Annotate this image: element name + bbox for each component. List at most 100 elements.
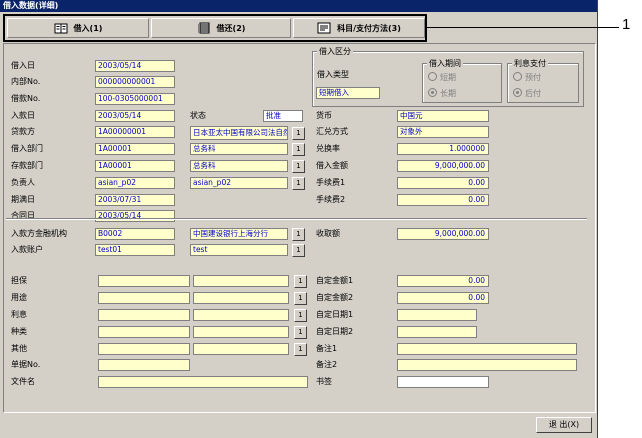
borrow-date-label: 借入日 bbox=[11, 61, 35, 70]
usage-code-field[interactable] bbox=[98, 292, 190, 304]
interest-name-field[interactable] bbox=[193, 309, 289, 321]
usage-label: 用途 bbox=[11, 293, 27, 302]
borrow-dept-label: 借入部门 bbox=[11, 144, 43, 153]
interest-postpay-radio[interactable]: 后付 bbox=[513, 88, 541, 99]
usage-name-field[interactable] bbox=[193, 292, 289, 304]
radio-circle bbox=[513, 72, 522, 81]
account-name-field[interactable]: test bbox=[190, 244, 288, 256]
file-name-field[interactable] bbox=[98, 376, 308, 388]
bookmark-field[interactable] bbox=[397, 376, 489, 388]
person-code-field[interactable]: asian_p02 bbox=[95, 177, 175, 189]
received-amount-field[interactable]: 9,000,000.00 bbox=[397, 228, 489, 240]
lender-lookup-button[interactable]: 1 bbox=[292, 127, 305, 140]
borrow-date-field[interactable]: 2003/05/14 bbox=[95, 60, 175, 72]
bank-code-field[interactable]: B0002 bbox=[95, 228, 175, 240]
interest-label: 利息 bbox=[11, 310, 27, 319]
custom-date1-field[interactable] bbox=[397, 309, 477, 321]
file-name-label: 文件名 bbox=[11, 377, 35, 386]
account-code-field[interactable]: test01 bbox=[95, 244, 175, 256]
ledger-icon bbox=[197, 22, 211, 34]
radio-circle-selected bbox=[428, 88, 437, 97]
lender-code-field[interactable]: 1A00000001 bbox=[95, 126, 175, 138]
remark2-field[interactable] bbox=[397, 359, 577, 371]
borrow-dept-lookup-button[interactable]: 1 bbox=[292, 143, 305, 156]
custom-amount1-label: 自定金额1 bbox=[316, 276, 354, 285]
guarantee-name-field[interactable] bbox=[193, 275, 289, 287]
tab-account-payment[interactable]: 科目/支付方法(3) bbox=[293, 18, 425, 38]
other-lookup-button[interactable]: 1 bbox=[294, 343, 307, 356]
usage-lookup-button[interactable]: 1 bbox=[294, 292, 307, 305]
kind-code-field[interactable] bbox=[98, 326, 190, 338]
fee2-label: 手续费2 bbox=[316, 195, 346, 204]
borrow-category-group-title: 借入区分 bbox=[317, 46, 353, 57]
bookmark-label: 书签 bbox=[316, 377, 332, 386]
receipt-date-label: 入款日 bbox=[11, 111, 35, 120]
bank-lookup-button[interactable]: 1 bbox=[292, 228, 305, 241]
loan-type-field[interactable]: 短期借入 bbox=[316, 87, 380, 99]
internal-no-field[interactable]: 000000000001 bbox=[95, 76, 175, 88]
borrow-dept-name-field[interactable]: 总务科 bbox=[190, 143, 288, 155]
guarantee-lookup-button[interactable]: 1 bbox=[294, 275, 307, 288]
window-title: 借入数据(详细) bbox=[0, 0, 597, 12]
radio-circle-selected bbox=[513, 88, 522, 97]
period-group-title: 借入期间 bbox=[427, 58, 463, 69]
interest-code-field[interactable] bbox=[98, 309, 190, 321]
maturity-date-label: 期满日 bbox=[11, 195, 35, 204]
interest-lookup-button[interactable]: 1 bbox=[294, 309, 307, 322]
other-name-field[interactable] bbox=[193, 343, 289, 355]
account-label: 入款账户 bbox=[11, 245, 43, 254]
exchange-method-label: 汇兑方式 bbox=[316, 127, 348, 136]
deposit-dept-lookup-button[interactable]: 1 bbox=[292, 160, 305, 173]
borrow-amount-field[interactable]: 9,000,000.00 bbox=[397, 160, 489, 172]
kind-name-field[interactable] bbox=[193, 326, 289, 338]
main-window: 借入数据(详细) 借入(1) 借还(2) 科目/支付方法(3) 借入日 2003… bbox=[0, 0, 598, 438]
receipt-date-field[interactable]: 2003/05/14 bbox=[95, 110, 175, 122]
guarantee-code-field[interactable] bbox=[98, 275, 190, 287]
kind-label: 种类 bbox=[11, 327, 27, 336]
tab-borrow[interactable]: 借入(1) bbox=[7, 18, 149, 38]
period-short-radio[interactable]: 短期 bbox=[428, 72, 456, 83]
contract-date-field[interactable]: 2003/05/14 bbox=[95, 210, 175, 222]
fee2-field[interactable]: 0.00 bbox=[397, 194, 489, 206]
currency-label: 货币 bbox=[316, 111, 332, 120]
fee1-field[interactable]: 0.00 bbox=[397, 177, 489, 189]
exchange-method-field[interactable]: 对象外 bbox=[397, 126, 489, 138]
exchange-rate-field[interactable]: 1.000000 bbox=[397, 143, 489, 155]
voucher-no-field[interactable] bbox=[98, 359, 190, 371]
loan-no-label: 借款No. bbox=[11, 94, 41, 103]
maturity-date-field[interactable]: 2003/07/31 bbox=[95, 194, 175, 206]
fee1-label: 手续费1 bbox=[316, 178, 346, 187]
other-label: 其他 bbox=[11, 344, 27, 353]
lender-name-field[interactable]: 日本亚太中国有限公司法自然人办公 bbox=[190, 126, 288, 140]
period-long-radio[interactable]: 长期 bbox=[428, 88, 456, 99]
custom-amount2-field[interactable]: 0.00 bbox=[397, 292, 489, 304]
interest-prepay-radio[interactable]: 预付 bbox=[513, 72, 541, 83]
bank-name-field[interactable]: 中国建设银行上海分行 bbox=[190, 228, 288, 240]
other-code-field[interactable] bbox=[98, 343, 190, 355]
borrow-dept-code-field[interactable]: 1A00001 bbox=[95, 143, 175, 155]
custom-date2-field[interactable] bbox=[397, 326, 477, 338]
status-label: 状态 bbox=[190, 111, 206, 120]
custom-date1-label: 自定日期1 bbox=[316, 310, 354, 319]
person-label: 负责人 bbox=[11, 178, 35, 187]
tab-bar: 借入(1) 借还(2) 科目/支付方法(3) bbox=[3, 14, 427, 42]
person-name-field[interactable]: asian_p02 bbox=[190, 177, 288, 189]
tab-repay[interactable]: 借还(2) bbox=[151, 18, 291, 38]
kind-lookup-button[interactable]: 1 bbox=[294, 326, 307, 339]
person-lookup-button[interactable]: 1 bbox=[292, 177, 305, 190]
book-icon bbox=[54, 22, 68, 34]
remark1-field[interactable] bbox=[397, 343, 577, 355]
received-amount-label: 收取额 bbox=[316, 229, 340, 238]
deposit-dept-code-field[interactable]: 1A00001 bbox=[95, 160, 175, 172]
custom-date2-label: 自定日期2 bbox=[316, 327, 354, 336]
lender-label: 贷款方 bbox=[11, 127, 35, 136]
account-lookup-button[interactable]: 1 bbox=[292, 244, 305, 257]
loan-no-field[interactable]: 100-0305000001 bbox=[95, 93, 175, 105]
custom-amount1-field[interactable]: 0.00 bbox=[397, 275, 489, 287]
loan-type-label: 借入类型 bbox=[317, 70, 349, 79]
deposit-dept-name-field[interactable]: 总务科 bbox=[190, 160, 288, 172]
status-field: 批准 bbox=[263, 110, 303, 122]
callout-line bbox=[427, 27, 619, 28]
exit-button[interactable]: 退 出(X) bbox=[536, 417, 592, 433]
currency-field[interactable]: 中国元 bbox=[397, 110, 489, 122]
